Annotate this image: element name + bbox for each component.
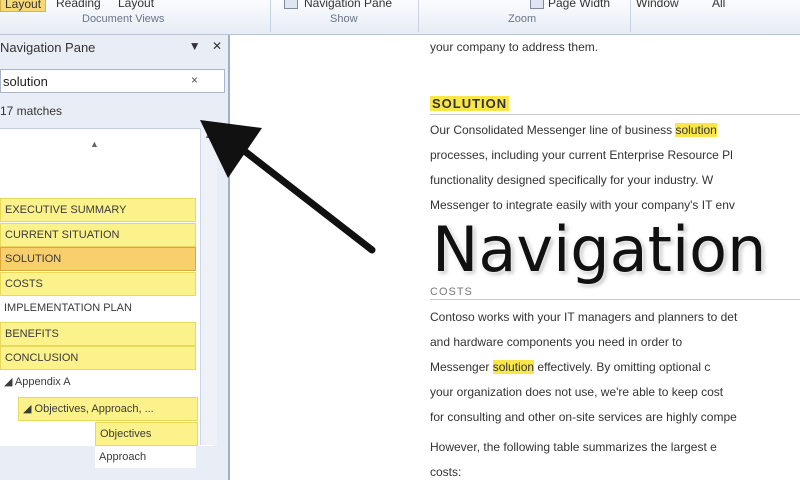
overlay-label: Navigation	[432, 213, 767, 286]
